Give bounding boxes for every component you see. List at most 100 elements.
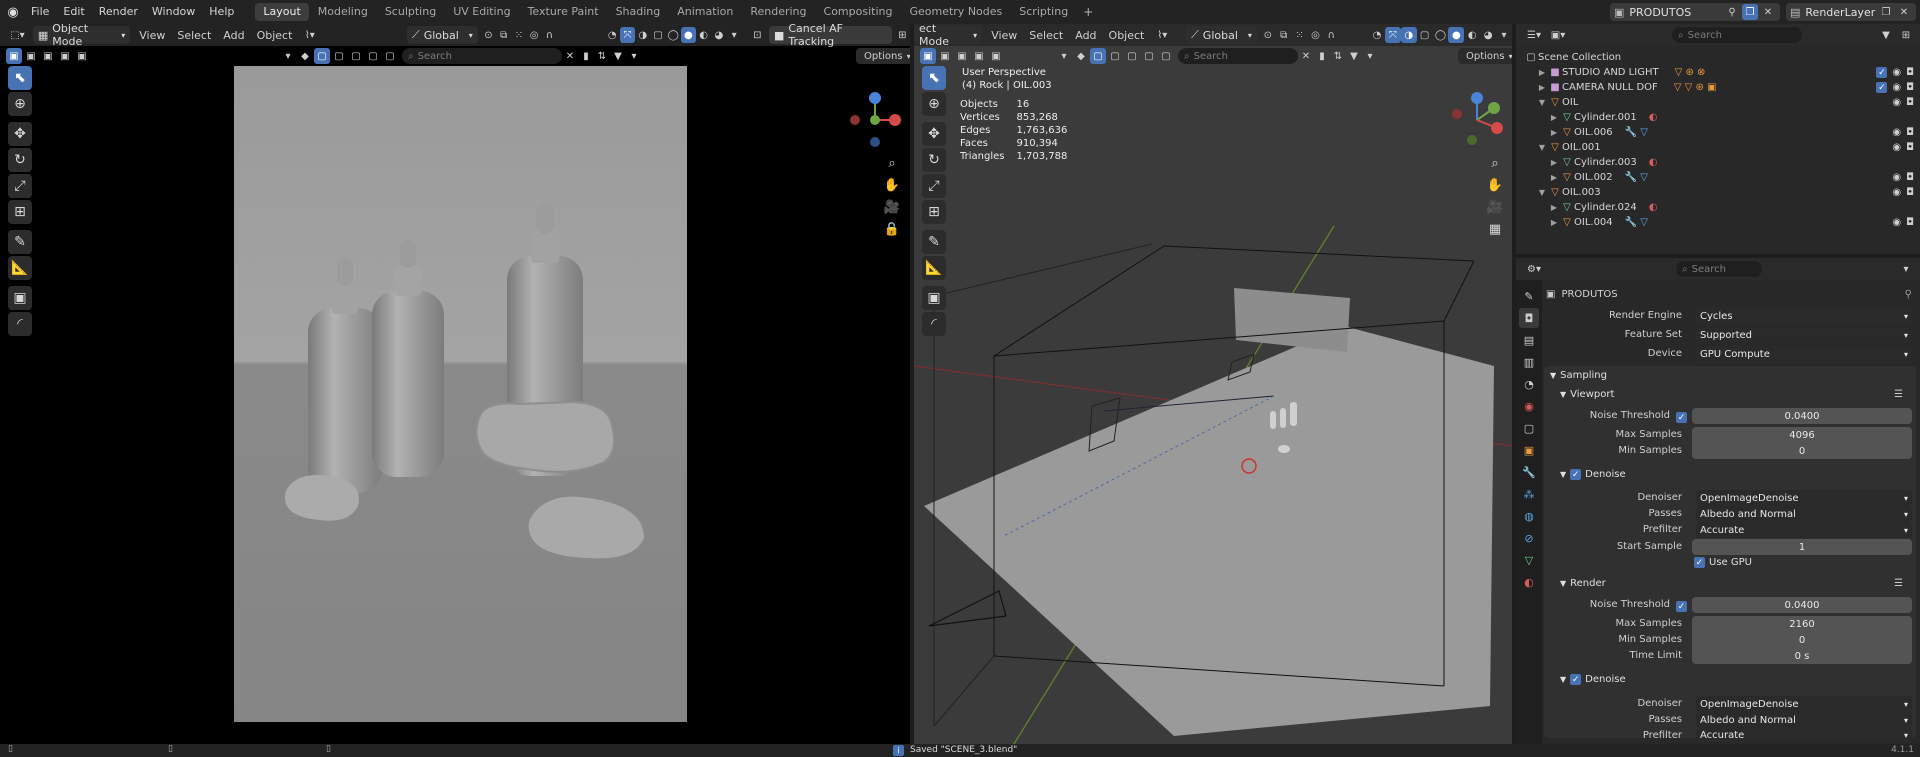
outliner-row[interactable]: ▶ ▽ OIL.004 🔧 ▽ ◉ ◘: [1516, 215, 1920, 230]
right-cursor-tool-icon[interactable]: ⊕: [922, 92, 946, 116]
wireframe-shading-icon[interactable]: ◯: [666, 27, 681, 43]
measure-tool-icon[interactable]: 📐: [8, 256, 32, 280]
cursor-tool-icon[interactable]: ⊕: [8, 92, 32, 116]
solid-shading-icon[interactable]: ●: [680, 27, 697, 43]
data-tab-icon[interactable]: ▽: [1519, 550, 1539, 570]
camera-icon[interactable]: ◘: [1906, 67, 1914, 78]
expand-arrow-icon[interactable]: ▶: [1548, 158, 1560, 167]
tab-compositing[interactable]: Compositing: [816, 3, 901, 21]
right-filter-camera-icon[interactable]: ▢: [1141, 48, 1157, 64]
viewport-noise-threshold-checkbox[interactable]: ✓: [1676, 412, 1687, 423]
right-snap-grid-icon[interactable]: ⁙: [1292, 27, 1308, 43]
outliner-row[interactable]: ▶ ■ STUDIO AND LIGHT ▽ ⊛ ⊗ ✓ ◉ ◘: [1516, 65, 1920, 80]
menu-file[interactable]: File: [24, 1, 56, 23]
right-scale-tool-icon[interactable]: ⤢: [922, 174, 946, 198]
render-denoise-checkbox[interactable]: ✓: [1570, 674, 1582, 685]
scene-selector[interactable]: ▣ PRODUTOS ⚲ ❐ ✕: [1610, 3, 1780, 21]
outliner-scene-collection[interactable]: ▢ Scene Collection: [1516, 50, 1920, 65]
menu-select[interactable]: Select: [171, 29, 217, 42]
right-menu-view[interactable]: View: [985, 29, 1023, 42]
eye-icon[interactable]: ◉: [1892, 127, 1901, 138]
snap-grid-icon[interactable]: ⁙: [511, 27, 526, 43]
right-select-subtract-icon[interactable]: ▣: [954, 48, 970, 64]
tool-tab-icon[interactable]: ✎: [1519, 286, 1539, 306]
outliner-row[interactable]: ▼ ▽ OIL.003 ◉ ◘: [1516, 185, 1920, 200]
right-wireframe-icon[interactable]: ◯: [1433, 27, 1449, 43]
transform-tool-icon[interactable]: ⊞: [8, 200, 32, 224]
pin-icon[interactable]: ⚲: [1724, 4, 1740, 20]
funnel-icon[interactable]: ▼: [610, 48, 626, 64]
right-overlay-icon[interactable]: ◑: [1400, 27, 1417, 43]
particles-tab-icon[interactable]: ⁂: [1519, 484, 1539, 504]
camera-icon[interactable]: ◘: [1906, 187, 1914, 198]
pan-icon[interactable]: ✋: [881, 174, 903, 196]
right-transform-orientation-dropdown[interactable]: ⟋ Global ▾: [1186, 26, 1257, 44]
right-3d-viewport[interactable]: ect Mode ▾ View Select Add Object ⌇▾ ⟋ G…: [914, 24, 1512, 744]
camera-view-icon[interactable]: 🎥: [881, 196, 903, 218]
blender-logo-icon[interactable]: ◉: [2, 1, 24, 23]
select-box-tool-icon[interactable]: ⬉: [8, 66, 32, 90]
tracking-icon[interactable]: ⊡: [750, 27, 765, 43]
tab-scripting[interactable]: Scripting: [1011, 3, 1076, 21]
tab-geometry-nodes[interactable]: Geometry Nodes: [901, 3, 1010, 21]
render-denoiser-dropdown[interactable]: OpenImageDenoise ▾: [1696, 696, 1912, 712]
pivot-icon[interactable]: ⊙: [481, 27, 496, 43]
right-gpencil-icon[interactable]: ⌇▾: [1150, 27, 1174, 43]
outliner-row[interactable]: ▶ ▽ Cylinder.003 ◐: [1516, 155, 1920, 170]
right-select-extend-icon[interactable]: ▣: [937, 48, 953, 64]
outliner-editor-type-icon[interactable]: ☰▾: [1522, 27, 1546, 43]
properties-search[interactable]: ⌕ Search: [1676, 261, 1762, 277]
mode-dropdown[interactable]: ▦ Object Mode ▾: [32, 24, 131, 48]
shading-dropdown-icon[interactable]: ▾: [726, 27, 741, 43]
right-select-box-tool-icon[interactable]: ⬉: [922, 66, 946, 90]
tab-shading[interactable]: Shading: [608, 3, 669, 21]
zoom-icon[interactable]: ⌕: [881, 152, 903, 174]
select-intersect-icon[interactable]: ▣: [74, 48, 90, 64]
right-bookmark-icon[interactable]: ▮: [1314, 48, 1330, 64]
eye-icon[interactable]: ◉: [1892, 187, 1901, 198]
right-gizmo-icon[interactable]: ⤧: [1384, 27, 1401, 43]
camera-icon[interactable]: ◘: [1906, 142, 1914, 153]
scene-tab-icon[interactable]: ◔: [1519, 374, 1539, 394]
close-icon[interactable]: ✕: [1760, 4, 1776, 20]
view-layer-tab-icon[interactable]: ▥: [1519, 352, 1539, 372]
right-shading-dropdown-icon[interactable]: ▾: [1496, 27, 1512, 43]
view-layer-selector[interactable]: ▤ RenderLayer ❐ ✕: [1786, 3, 1916, 21]
right-xray-icon[interactable]: ▢: [1417, 27, 1433, 43]
tab-sculpting[interactable]: Sculpting: [377, 3, 444, 21]
right-select-intersect-icon[interactable]: ▣: [988, 48, 1004, 64]
editor-type-icon[interactable]: ⬚▾: [6, 27, 29, 43]
outliner-row[interactable]: ▶ ▽ OIL.006 🔧 ▽ ◉ ◘: [1516, 125, 1920, 140]
device-dropdown[interactable]: GPU Compute ▾: [1696, 346, 1912, 362]
right-filter-light-icon[interactable]: ▢: [1124, 48, 1140, 64]
right-layer-icon[interactable]: ◆: [1073, 48, 1089, 64]
render-engine-dropdown[interactable]: Cycles ▾: [1696, 308, 1912, 324]
annotate-tool-icon[interactable]: ✎: [8, 230, 32, 254]
clear-search-icon[interactable]: ✕: [562, 48, 578, 64]
tab-uv-editing[interactable]: UV Editing: [445, 3, 518, 21]
right-pivot-icon[interactable]: ⊙: [1260, 27, 1276, 43]
right-ortho-icon[interactable]: ▦: [1484, 218, 1506, 240]
eye-icon[interactable]: ◉: [1892, 142, 1901, 153]
viewport-passes-dropdown[interactable]: Albedo and Normal ▾: [1696, 506, 1912, 522]
gpencil-icon[interactable]: ⌇▾: [298, 27, 321, 43]
camera-icon[interactable]: ◘: [1906, 172, 1914, 183]
move-tool-icon[interactable]: ✥: [8, 122, 32, 146]
sampling-panel-header[interactable]: ▼ Sampling: [1550, 370, 1607, 381]
render-noise-threshold-field[interactable]: 0.0400: [1692, 597, 1912, 613]
right-clear-search-icon[interactable]: ✕: [1298, 48, 1314, 64]
right-mode-dropdown[interactable]: ect Mode ▾: [914, 24, 983, 48]
menu-render[interactable]: Render: [92, 1, 145, 23]
right-add-cube-tool-icon[interactable]: ▣: [922, 286, 946, 310]
checkbox-icon[interactable]: ✓: [1876, 82, 1888, 93]
right-pan-icon[interactable]: ✋: [1484, 174, 1506, 196]
expand-arrow-icon[interactable]: ▶: [1548, 203, 1560, 212]
transform-orientation-dropdown[interactable]: ⟋ Global ▾: [407, 26, 478, 44]
left-options-button[interactable]: Options ▾: [856, 48, 910, 64]
outliner-row[interactable]: ▶ ■ CAMERA NULL DOF ▽ ▽ ⊛ ▣ ✓ ◉ ◘: [1516, 80, 1920, 95]
right-proportional-icon[interactable]: ◎: [1308, 27, 1324, 43]
display-mode-icon[interactable]: ▣▾: [1546, 27, 1570, 43]
material-tab-icon[interactable]: ◐: [1519, 572, 1539, 592]
right-falloff-icon[interactable]: ∩: [1323, 27, 1339, 43]
viewport-denoiser-dropdown[interactable]: OpenImageDenoise ▾: [1696, 490, 1912, 506]
